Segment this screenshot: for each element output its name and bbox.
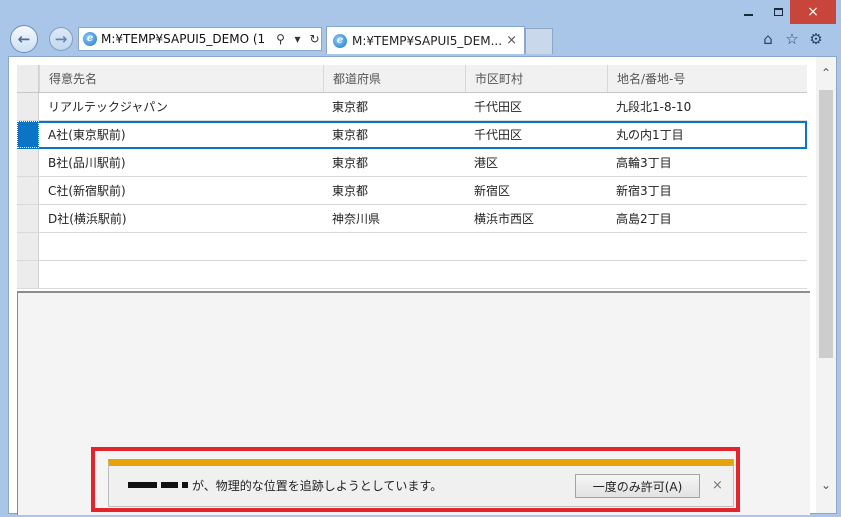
cell-address[interactable]: 新宿3丁目 <box>607 177 807 204</box>
cell-customer[interactable]: B社(品川駅前) <box>39 149 323 176</box>
customer-table: 得意先名 都道府県 市区町村 地名/番地-号 リアルテックジャパン 東京都 千代田区… <box>17 65 807 291</box>
cell-city[interactable] <box>465 261 607 288</box>
cell-customer[interactable] <box>39 233 323 260</box>
row-selector-cell[interactable] <box>17 121 39 148</box>
cell-customer[interactable]: A社(東京駅前) <box>39 121 323 148</box>
cell-customer[interactable]: C社(新宿駅前) <box>39 177 323 204</box>
column-header-address[interactable]: 地名/番地-号 <box>607 65 807 92</box>
column-header-city[interactable]: 市区町村 <box>465 65 607 92</box>
cell-address[interactable]: 九段北1-8-10 <box>607 93 807 120</box>
address-bar[interactable]: e M:¥TEMP¥SAPUI5_DEMO (1 ⚲ ▾ ↻ <box>78 27 322 51</box>
cell-customer[interactable]: リアルテックジャパン <box>39 93 323 120</box>
table-row[interactable]: C社(新宿駅前) 東京都 新宿区 新宿3丁目 <box>17 177 807 205</box>
active-tab[interactable]: e M:¥TEMP¥SAPUI5_DEM... × <box>326 26 525 54</box>
close-icon: × <box>807 4 819 20</box>
table-row[interactable]: リアルテックジャパン 東京都 千代田区 九段北1-8-10 <box>17 93 807 121</box>
row-selector-cell[interactable] <box>17 177 39 204</box>
cell-city[interactable] <box>465 233 607 260</box>
cell-city[interactable]: 新宿区 <box>465 177 607 204</box>
tab-favicon-icon: e <box>333 33 347 48</box>
minimize-icon <box>743 14 753 16</box>
row-selector-cell[interactable] <box>17 93 39 120</box>
cell-city[interactable]: 横浜市西区 <box>465 205 607 232</box>
cell-address[interactable] <box>607 233 807 260</box>
column-header-prefecture[interactable]: 都道府県 <box>323 65 465 92</box>
cell-prefecture[interactable] <box>323 233 465 260</box>
cell-city[interactable]: 千代田区 <box>465 121 607 148</box>
geolocation-notification-bar: が、物理的な位置を追跡しようとしています。 一度のみ許可(A) × <box>108 459 734 507</box>
maximize-icon <box>773 8 783 16</box>
allow-once-button[interactable]: 一度のみ許可(A) <box>575 474 700 498</box>
scroll-up-icon[interactable]: ⌃ <box>816 63 836 83</box>
row-selector-cell[interactable] <box>17 149 39 176</box>
cell-customer[interactable]: D社(横浜駅前) <box>39 205 323 232</box>
row-selector-cell[interactable] <box>17 205 39 232</box>
vertical-scrollbar[interactable]: ⌃ ⌄ <box>816 57 836 513</box>
table-row[interactable] <box>17 233 807 261</box>
table-header-row: 得意先名 都道府県 市区町村 地名/番地-号 <box>17 65 807 93</box>
close-button[interactable]: × <box>790 0 836 24</box>
minimize-button[interactable] <box>733 0 763 24</box>
favorites-icon[interactable]: ☆ <box>782 29 802 49</box>
new-tab-button[interactable] <box>525 28 553 54</box>
cell-address[interactable] <box>607 261 807 288</box>
search-icon[interactable]: ⚲ <box>274 32 287 46</box>
tab-title: M:¥TEMP¥SAPUI5_DEM... <box>352 33 502 48</box>
dropdown-icon[interactable]: ▾ <box>291 32 304 46</box>
scrollbar-thumb[interactable] <box>819 90 833 358</box>
row-selector-cell[interactable] <box>17 261 39 288</box>
header-selector-cell[interactable] <box>17 65 39 92</box>
table-row[interactable]: D社(横浜駅前) 神奈川県 横浜市西区 高島2丁目 <box>17 205 807 233</box>
page-favicon-icon: e <box>83 32 97 46</box>
table-row[interactable]: A社(東京駅前) 東京都 千代田区 丸の内1丁目 <box>17 121 807 149</box>
refresh-icon[interactable]: ↻ <box>308 32 321 46</box>
table-row[interactable]: B社(品川駅前) 東京都 港区 高輪3丁目 <box>17 149 807 177</box>
forward-arrow-icon: → <box>54 30 68 48</box>
cell-city[interactable]: 港区 <box>465 149 607 176</box>
notification-close-icon[interactable]: × <box>712 478 723 493</box>
scroll-down-icon[interactable]: ⌄ <box>816 475 836 495</box>
maximize-button[interactable] <box>763 0 793 24</box>
row-selector-cell[interactable] <box>17 233 39 260</box>
cell-address[interactable]: 高島2丁目 <box>607 205 807 232</box>
table-row[interactable] <box>17 261 807 289</box>
address-text[interactable]: M:¥TEMP¥SAPUI5_DEMO (1 <box>101 32 270 46</box>
page-content: 得意先名 都道府県 市区町村 地名/番地-号 リアルテックジャパン 東京都 千代田区… <box>8 56 837 515</box>
cell-prefecture[interactable]: 東京都 <box>323 121 465 148</box>
cell-address[interactable]: 高輪3丁目 <box>607 149 807 176</box>
cell-customer[interactable] <box>39 261 323 288</box>
redacted-site-name <box>128 481 188 489</box>
home-icon[interactable]: ⌂ <box>758 29 778 49</box>
tools-gear-icon[interactable]: ⚙ <box>806 29 826 49</box>
cell-prefecture[interactable]: 東京都 <box>323 93 465 120</box>
tab-close-icon[interactable]: × <box>506 33 524 48</box>
cell-prefecture[interactable]: 東京都 <box>323 149 465 176</box>
column-header-customer[interactable]: 得意先名 <box>39 65 323 92</box>
forward-button[interactable]: → <box>49 27 73 51</box>
back-button[interactable]: ← <box>10 25 38 53</box>
browser-window: × ← → e M:¥TEMP¥SAPUI5_DEMO (1 ⚲ ▾ ↻ e M… <box>0 0 841 517</box>
cell-address[interactable]: 丸の内1丁目 <box>607 121 807 148</box>
back-arrow-icon: ← <box>17 30 31 48</box>
cell-prefecture[interactable] <box>323 261 465 288</box>
cell-prefecture[interactable]: 東京都 <box>323 177 465 204</box>
notification-message: が、物理的な位置を追跡しようとしています。 <box>192 479 443 493</box>
cell-prefecture[interactable]: 神奈川県 <box>323 205 465 232</box>
cell-city[interactable]: 千代田区 <box>465 93 607 120</box>
